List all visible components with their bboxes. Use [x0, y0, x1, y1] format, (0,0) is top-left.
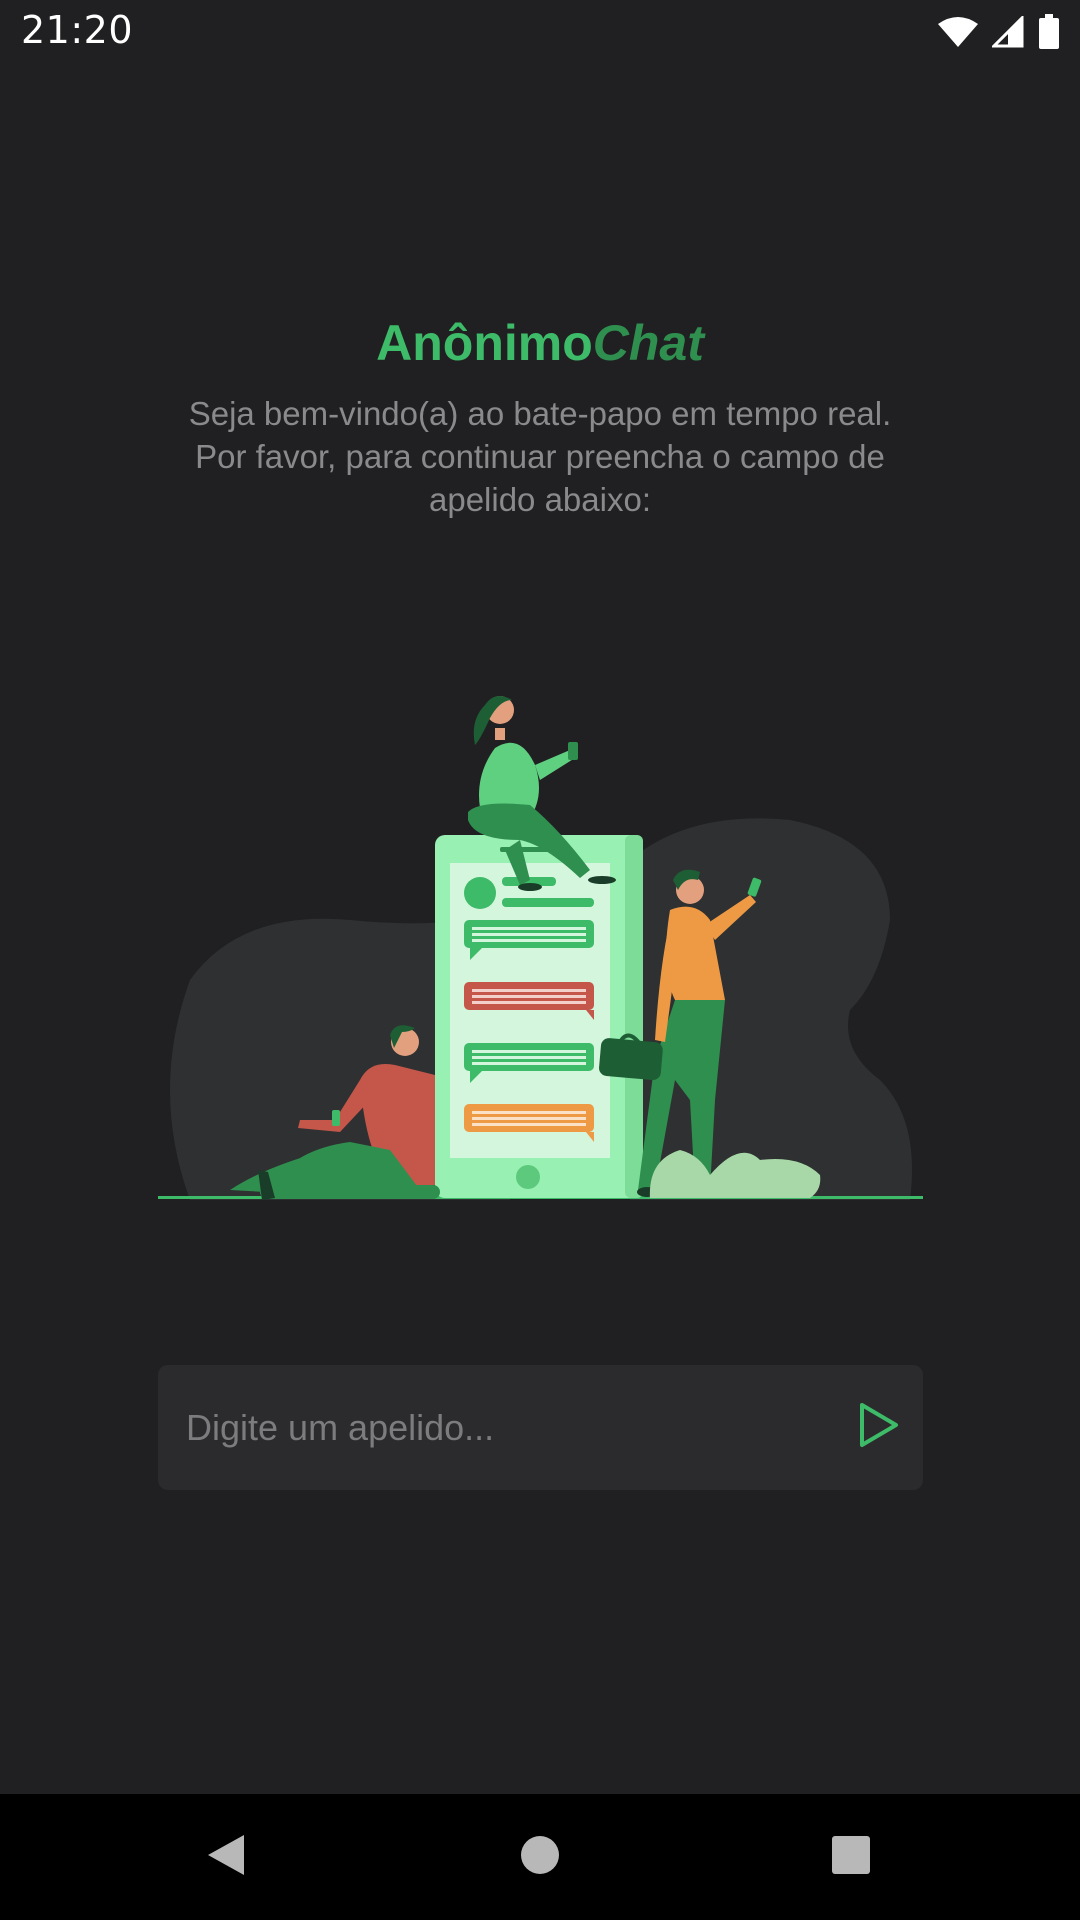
nav-recents-button[interactable]	[806, 1814, 896, 1900]
app-screen: 21:20 AnônimoChat Seja bem-vindo(a) ao b…	[0, 0, 1080, 1920]
nav-home-button[interactable]	[495, 1814, 585, 1900]
status-bar: 21:20	[0, 0, 1080, 64]
battery-icon	[1038, 14, 1060, 50]
chat-people-illustration	[150, 680, 930, 1210]
home-icon	[518, 1833, 562, 1881]
play-send-icon	[856, 1401, 900, 1453]
recents-icon	[831, 1835, 871, 1879]
system-nav-bar	[0, 1794, 1080, 1920]
nav-back-button[interactable]	[181, 1814, 271, 1900]
welcome-text: Seja bem-vindo(a) ao bate-papo em tempo …	[188, 395, 892, 518]
send-button[interactable]	[838, 1387, 918, 1467]
nickname-input[interactable]	[184, 1395, 828, 1461]
app-title: AnônimoChat	[0, 308, 1080, 378]
cell-signal-icon	[992, 16, 1024, 48]
wifi-icon	[938, 16, 978, 48]
nickname-form	[158, 1365, 923, 1490]
status-icons	[938, 12, 1060, 52]
status-time: 21:20	[21, 8, 134, 52]
back-icon	[204, 1831, 248, 1883]
app-title-part2: Chat	[592, 315, 704, 371]
app-title-part1: Anônimo	[376, 315, 593, 371]
